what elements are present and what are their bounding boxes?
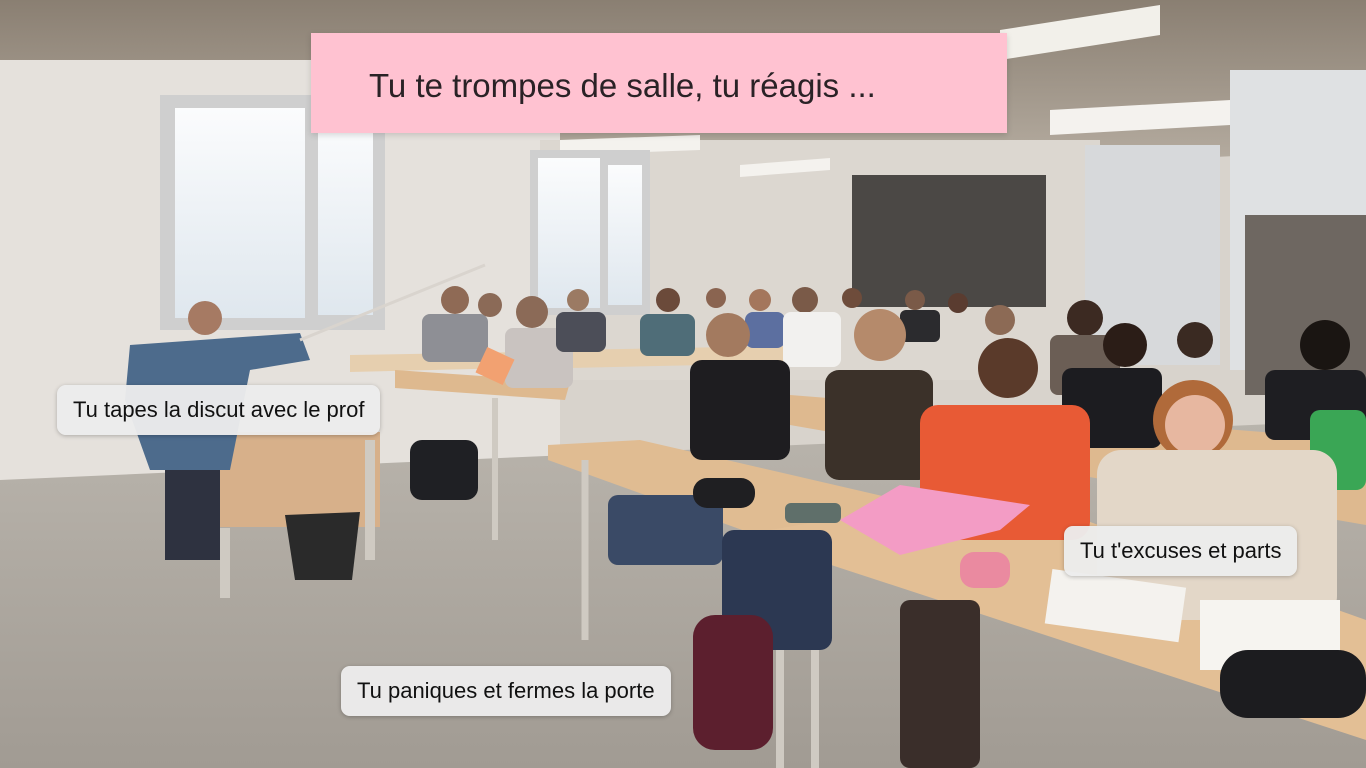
choice-apologize-and-leave-button[interactable]: Tu t'excuses et parts [1064, 526, 1298, 576]
choice-panic-close-door-button[interactable]: Tu paniques et fermes la porte [341, 666, 671, 716]
question-banner: Tu te trompes de salle, tu réagis ... [311, 33, 1007, 133]
choice-talk-with-teacher-button[interactable]: Tu tapes la discut avec le prof [57, 385, 381, 435]
question-text: Tu te trompes de salle, tu réagis ... [369, 67, 876, 104]
